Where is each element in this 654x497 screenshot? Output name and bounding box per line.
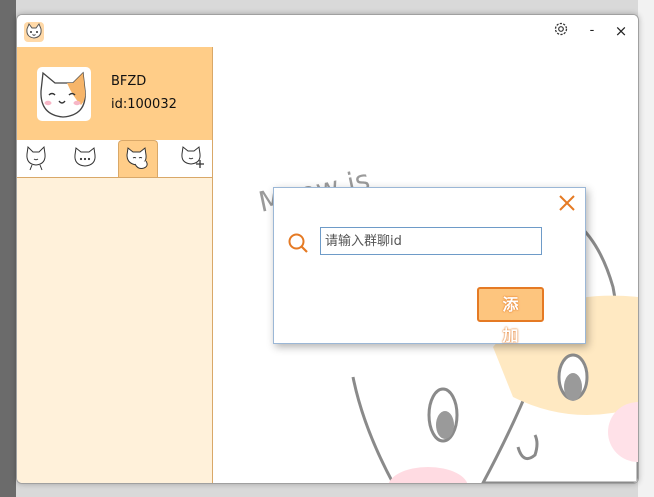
- cat-chat-icon: [74, 147, 96, 167]
- add-button[interactable]: 添 加: [477, 287, 544, 345]
- group-id-input[interactable]: [320, 227, 542, 255]
- tab-chats[interactable]: [66, 140, 104, 177]
- desktop-background-left: [0, 0, 16, 497]
- user-id: id:100032: [111, 97, 177, 112]
- minimize-button[interactable]: -: [581, 20, 603, 42]
- tab-add-friend[interactable]: [173, 140, 211, 177]
- cat-group-icon: [126, 147, 148, 169]
- cat-add-icon: [181, 146, 204, 168]
- app-window: - × BFZD id:100032 is 请输入群聊id 添 加: [16, 14, 639, 484]
- sidebar-tabs: [17, 140, 212, 178]
- profile-card: BFZD id:100032: [17, 47, 212, 140]
- sidebar: BFZD id:100032: [17, 47, 213, 483]
- desktop-background-right: [638, 0, 654, 497]
- tab-friends[interactable]: [17, 140, 55, 177]
- username: BFZD: [111, 74, 147, 89]
- avatar[interactable]: [37, 67, 91, 121]
- add-group-dialog: 添 加: [273, 187, 586, 345]
- tab-groups[interactable]: [118, 140, 158, 177]
- title-bar: - ×: [17, 15, 638, 48]
- close-button[interactable]: ×: [610, 20, 632, 42]
- dialog-close-icon[interactable]: [557, 193, 577, 213]
- settings-gear-icon[interactable]: [550, 20, 572, 42]
- app-cat-icon: [23, 21, 45, 43]
- search-icon: [287, 232, 309, 254]
- cat-icon: [26, 145, 46, 171]
